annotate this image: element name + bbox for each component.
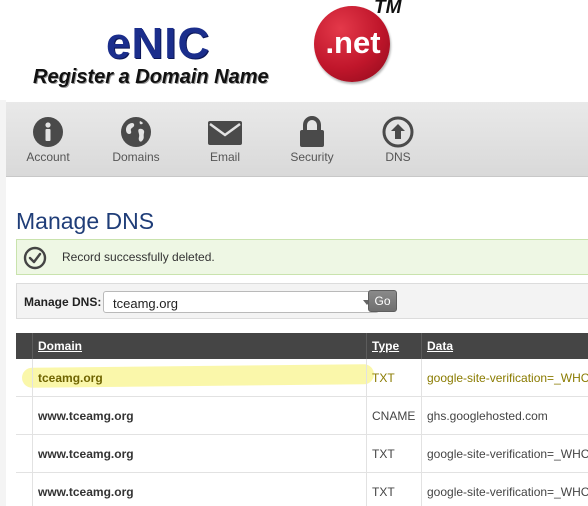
cell-domain: www.tceamg.org xyxy=(38,447,134,461)
table-header: Domain Type Data xyxy=(16,333,588,359)
table-row[interactable]: www.tceamg.org TXT google-site-verificat… xyxy=(16,473,588,506)
cell-domain: www.tceamg.org xyxy=(38,485,134,499)
table-row[interactable]: www.tceamg.org CNAME ghs.googlehosted.co… xyxy=(16,397,588,435)
column-divider xyxy=(421,397,422,435)
cell-type: TXT xyxy=(372,447,395,461)
success-alert: Record successfully deleted. xyxy=(16,239,588,275)
globe-icon xyxy=(121,117,151,147)
cell-domain: www.tceamg.org xyxy=(38,409,134,423)
check-circle-icon xyxy=(23,246,47,270)
nav-label-email: Email xyxy=(209,150,240,164)
column-header-data[interactable]: Data xyxy=(427,339,453,353)
column-divider xyxy=(32,473,33,506)
lock-icon xyxy=(300,116,324,147)
nav-item-domains[interactable]: Domains xyxy=(101,102,171,176)
nav-item-email[interactable]: Email xyxy=(190,102,260,176)
cell-data: google-site-verification=_WHC xyxy=(427,447,588,461)
nav-label-dns: DNS xyxy=(385,150,411,164)
header: eNIC Register a Domain Name .net TM xyxy=(0,0,588,100)
upload-circle-icon xyxy=(382,116,414,148)
nav-label-account: Account xyxy=(26,150,70,164)
cell-type: CNAME xyxy=(372,409,416,423)
page-title: Manage DNS xyxy=(16,208,155,235)
nav-label-security: Security xyxy=(290,150,334,164)
info-icon xyxy=(33,117,63,147)
cell-data: ghs.googlehosted.com xyxy=(427,409,548,423)
manage-dns-bar: Manage DNS: tceamg.org Go xyxy=(16,283,588,319)
column-divider xyxy=(366,359,367,397)
logo-brand[interactable]: eNIC xyxy=(106,22,210,66)
domain-select[interactable]: tceamg.org xyxy=(103,291,379,313)
column-divider xyxy=(366,333,367,359)
column-divider xyxy=(366,473,367,506)
cell-domain: tceamg.org xyxy=(38,371,103,385)
envelope-icon xyxy=(208,121,242,145)
nav-item-security[interactable]: Security xyxy=(277,102,347,176)
manage-dns-label: Manage DNS: xyxy=(24,295,102,309)
column-divider xyxy=(32,333,33,359)
column-divider xyxy=(421,359,422,397)
main-nav: Account Domains Email Security DNS xyxy=(6,102,588,177)
cell-data: google-site-verification=_WHC xyxy=(427,371,588,385)
page: eNIC Register a Domain Name .net TM Acco… xyxy=(0,0,588,506)
go-button[interactable]: Go xyxy=(368,290,397,312)
nav-item-dns[interactable]: DNS xyxy=(363,102,433,176)
logo-net-text: .net xyxy=(325,25,381,60)
column-divider xyxy=(32,359,33,397)
column-divider xyxy=(421,333,422,359)
logo-trademark: TM xyxy=(374,0,402,18)
table-row[interactable]: tceamg.org TXT google-site-verification=… xyxy=(16,359,588,397)
table-row[interactable]: www.tceamg.org TXT google-site-verificat… xyxy=(16,435,588,473)
cell-data: google-site-verification=_WHC xyxy=(427,485,588,499)
alert-message: Record successfully deleted. xyxy=(62,250,215,264)
column-divider xyxy=(421,435,422,473)
column-divider xyxy=(32,397,33,435)
column-divider xyxy=(366,397,367,435)
logo-tagline: Register a Domain Name xyxy=(33,66,269,88)
column-divider xyxy=(32,435,33,473)
nav-item-account[interactable]: Account xyxy=(13,102,83,176)
column-divider xyxy=(366,435,367,473)
domain-select-value: tceamg.org xyxy=(113,296,179,311)
cell-type: TXT xyxy=(372,485,395,499)
cell-type: TXT xyxy=(372,371,395,385)
column-header-domain[interactable]: Domain xyxy=(38,339,82,353)
nav-label-domains: Domains xyxy=(112,150,160,164)
column-divider xyxy=(421,473,422,506)
column-header-type[interactable]: Type xyxy=(372,339,399,353)
